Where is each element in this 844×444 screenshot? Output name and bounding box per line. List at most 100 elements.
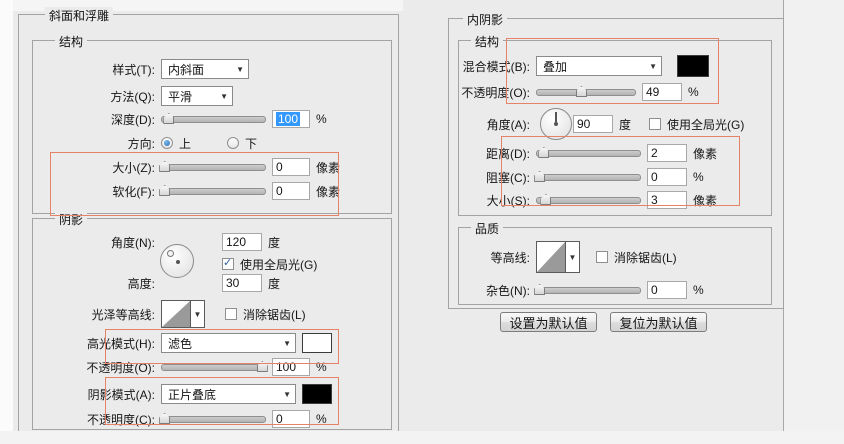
contour-picker[interactable]: ▼: [536, 241, 580, 273]
is-angle-label: 角度(A):: [486, 117, 530, 132]
is-opacity-input[interactable]: 49: [642, 83, 682, 101]
slider-thumb[interactable]: [159, 413, 171, 424]
slider-thumb[interactable]: [534, 171, 546, 182]
blend-mode-label: 混合模式(B):: [462, 59, 530, 74]
depth-value-input[interactable]: 100: [272, 110, 310, 128]
slider-thumb[interactable]: [159, 161, 171, 172]
highlight-opacity-slider[interactable]: [161, 358, 268, 376]
shadow-opacity-slider[interactable]: [159, 410, 266, 428]
highlight-mode-dropdown[interactable]: 滤色 ▼: [161, 333, 296, 353]
soften-value-input[interactable]: 0: [272, 182, 310, 200]
reset-default-button[interactable]: 复位为默认值: [610, 312, 707, 332]
contour-label: 等高线:: [490, 250, 530, 265]
slider-thumb[interactable]: [256, 361, 268, 372]
highlight-color-swatch[interactable]: [302, 333, 332, 353]
contour-anti-alias-checkbox[interactable]: [596, 251, 608, 263]
gloss-anti-alias-checkbox[interactable]: [225, 308, 237, 320]
bevel-structure-title: 结构: [55, 33, 88, 50]
depth-row: 深度(D): 100 %: [25, 108, 327, 130]
distance-slider[interactable]: [536, 144, 641, 162]
method-row: 方法(Q): 平滑 ▼: [25, 85, 233, 107]
soften-row: 软化(F): 0 像素: [25, 180, 340, 202]
chevron-down-icon: ▼: [283, 339, 291, 348]
shadow-opacity-unit: %: [316, 412, 327, 426]
style-dropdown[interactable]: 内斜面 ▼: [161, 59, 249, 79]
noise-label: 杂色(N):: [486, 283, 530, 298]
chevron-down-icon: ▼: [236, 65, 244, 74]
distance-row: 距离(D): 2 像素: [400, 142, 717, 164]
is-angle-row: 角度(A): 90 度 使用全局光(G): [400, 113, 744, 135]
blend-color-swatch[interactable]: [677, 55, 709, 77]
bevel-emboss-title: 斜面和浮雕: [45, 7, 114, 24]
angle-row: 角度(N): 120 度: [25, 231, 280, 253]
noise-input[interactable]: 0: [647, 281, 687, 299]
style-value: 内斜面: [168, 62, 205, 77]
style-label: 样式(T):: [112, 62, 155, 77]
slider-thumb[interactable]: [540, 194, 552, 205]
depth-slider[interactable]: [161, 110, 266, 128]
shadow-mode-dropdown[interactable]: 正片叠底 ▼: [161, 384, 296, 404]
chevron-down-icon[interactable]: ▼: [566, 241, 580, 273]
shadow-opacity-input[interactable]: 0: [272, 410, 310, 428]
slider-thumb[interactable]: [159, 185, 171, 196]
is-global-light-label: 使用全局光(G): [667, 117, 745, 132]
highlight-opacity-label: 不透明度(O):: [86, 360, 155, 375]
distance-label: 距离(D):: [486, 146, 530, 161]
direction-up-label: 上: [179, 136, 192, 151]
altitude-value-input[interactable]: 30: [222, 274, 262, 292]
bottom-margin: [0, 431, 844, 444]
direction-down-radio[interactable]: [227, 137, 240, 149]
choke-input[interactable]: 0: [647, 168, 687, 186]
slider-thumb[interactable]: [576, 86, 587, 97]
shadow-mode-label: 阴影模式(A):: [87, 387, 155, 402]
size-slider[interactable]: [159, 158, 266, 176]
right-margin: [784, 0, 844, 444]
highlight-opacity-row: 不透明度(O): 100 %: [25, 356, 327, 378]
altitude-row: 高度: 30 度: [25, 272, 280, 294]
noise-slider[interactable]: [534, 281, 641, 299]
is-size-input[interactable]: 3: [647, 191, 687, 209]
gloss-contour-picker[interactable]: ▼: [161, 300, 205, 328]
is-opacity-label: 不透明度(O):: [461, 85, 530, 100]
use-global-light-checkbox[interactable]: [222, 256, 234, 270]
direction-up-radio[interactable]: [161, 137, 173, 149]
is-size-unit: 像素: [693, 193, 718, 208]
method-dropdown[interactable]: 平滑 ▼: [161, 86, 233, 106]
highlight-opacity-input[interactable]: 100: [272, 358, 310, 376]
layer-style-dialog: 斜面和浮雕 结构 阴影 样式(T): 内斜面 ▼ 方法(Q): 平滑 ▼ 深度(…: [0, 0, 844, 444]
direction-down-label: 下: [245, 136, 258, 151]
contour-row: 等高线: ▼ 消除锯齿(L): [400, 240, 677, 274]
slider-thumb[interactable]: [163, 113, 175, 124]
chevron-down-icon[interactable]: ▼: [191, 300, 205, 328]
depth-label: 深度(D):: [111, 112, 155, 127]
is-size-row: 大小(S): 3 像素: [400, 189, 717, 211]
is-size-label: 大小(S):: [486, 193, 530, 208]
set-default-button[interactable]: 设置为默认值: [500, 312, 597, 332]
shadow-color-swatch[interactable]: [302, 384, 332, 404]
noise-unit: %: [693, 283, 704, 297]
shadow-opacity-label: 不透明度(C):: [87, 412, 155, 427]
chevron-down-icon: ▼: [649, 62, 657, 71]
highlight-mode-row: 高光模式(H): 滤色 ▼: [25, 332, 332, 354]
slider-thumb[interactable]: [538, 147, 550, 158]
depth-unit: %: [316, 112, 327, 126]
blend-mode-dropdown[interactable]: 叠加 ▼: [536, 56, 662, 76]
is-angle-input[interactable]: 90: [573, 115, 613, 133]
size-value-input[interactable]: 0: [272, 158, 310, 176]
direction-row: 方向: 上 下: [25, 132, 257, 154]
is-global-light-checkbox[interactable]: [649, 118, 662, 130]
is-angle-unit: 度: [619, 117, 632, 132]
choke-slider[interactable]: [534, 168, 641, 186]
choke-unit: %: [693, 170, 704, 184]
slider-thumb[interactable]: [534, 284, 546, 295]
angle-value-input[interactable]: 120: [222, 233, 262, 251]
altitude-unit: 度: [268, 276, 281, 291]
is-size-slider[interactable]: [536, 191, 641, 209]
is-opacity-slider[interactable]: [536, 83, 636, 101]
method-label: 方法(Q):: [110, 89, 155, 104]
soften-slider[interactable]: [159, 182, 266, 200]
distance-input[interactable]: 2: [647, 144, 687, 162]
is-angle-dial[interactable]: [540, 108, 572, 140]
contour-anti-alias-label: 消除锯齿(L): [614, 250, 677, 265]
angle-label: 角度(N):: [111, 235, 155, 250]
